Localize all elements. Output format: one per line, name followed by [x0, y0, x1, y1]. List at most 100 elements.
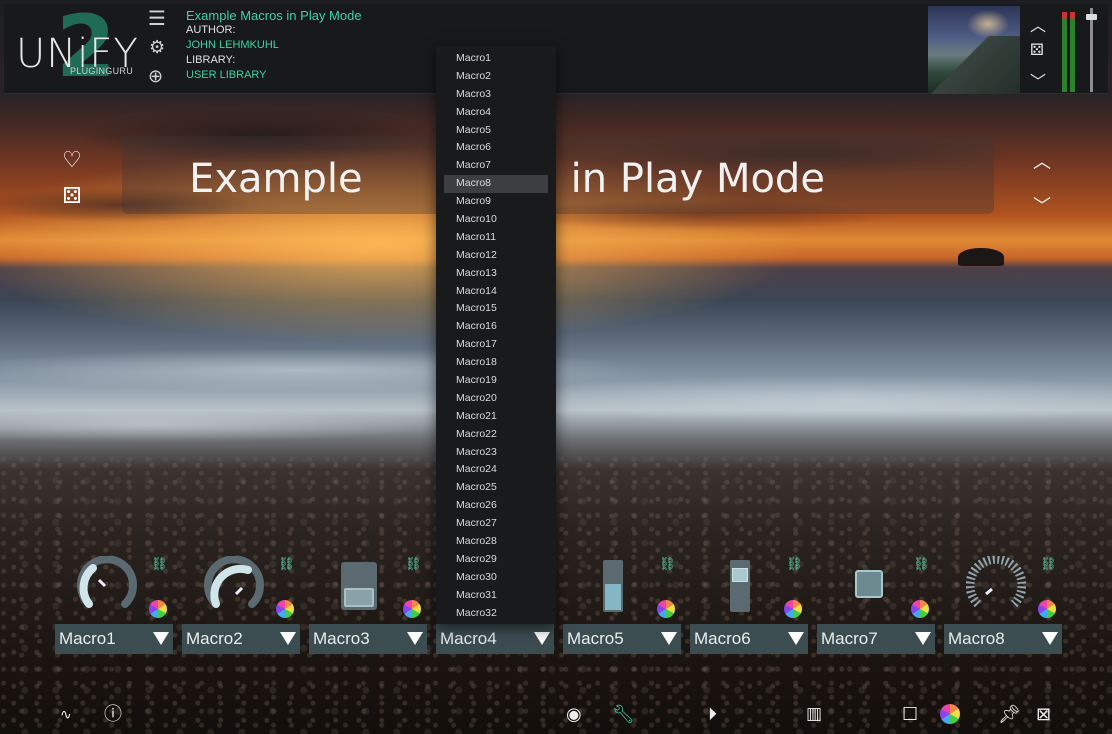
- color-wheel-icon[interactable]: [911, 600, 929, 618]
- dropdown-option[interactable]: Macro9: [436, 193, 556, 211]
- dropdown-option[interactable]: Macro1: [436, 50, 556, 68]
- chevron-up-icon[interactable]: ︿: [1030, 140, 1054, 184]
- color-wheel-icon[interactable]: [657, 600, 675, 618]
- macro-slider[interactable]: [585, 556, 645, 616]
- dropdown-option[interactable]: Macro21: [436, 408, 556, 426]
- macro-select-label: Macro3: [313, 629, 370, 648]
- link-icon[interactable]: ⛓: [278, 556, 295, 572]
- gear-icon[interactable]: ⚙: [149, 38, 165, 56]
- toggle-button-body: [341, 562, 377, 610]
- dropdown-option[interactable]: Macro22: [436, 426, 556, 444]
- dropdown-option[interactable]: Macro29: [436, 551, 556, 569]
- color-wheel-icon[interactable]: [149, 600, 167, 618]
- macro-select[interactable]: Macro8: [944, 624, 1062, 654]
- square-icon[interactable]: ☐: [902, 704, 918, 724]
- dropdown-option[interactable]: Macro4: [436, 104, 556, 122]
- dropdown-option[interactable]: Macro2: [436, 68, 556, 86]
- link-icon[interactable]: ⛓: [913, 556, 930, 572]
- target-icon[interactable]: ◉: [566, 704, 582, 724]
- macro-slot-2: ⛓ Macro2: [182, 555, 306, 656]
- dropdown-option[interactable]: Macro27: [436, 515, 556, 533]
- link-icon[interactable]: ⛓: [786, 556, 803, 572]
- square-button-face: [855, 570, 883, 598]
- macro-slot-5: ⛓ Macro5: [563, 556, 687, 656]
- logo-subtitle: PLUGINGURU: [70, 66, 134, 76]
- macro-slider[interactable]: [712, 556, 772, 616]
- piano-icon[interactable]: ▥: [806, 704, 822, 724]
- dropdown-arrow-icon: [915, 632, 931, 645]
- dropdown-option[interactable]: Macro17: [436, 336, 556, 354]
- chevron-down-icon[interactable]: ﹀: [1030, 68, 1046, 92]
- dropdown-option[interactable]: Macro18: [436, 354, 556, 372]
- info-icon[interactable]: ⓘ: [104, 704, 122, 724]
- dropdown-option[interactable]: Macro23: [436, 444, 556, 462]
- color-wheel-icon[interactable]: [403, 600, 421, 618]
- macro-select[interactable]: Macro7: [817, 624, 935, 654]
- link-icon[interactable]: ⛓: [659, 556, 676, 572]
- macro-select[interactable]: Macro3: [309, 624, 427, 654]
- dropdown-option[interactable]: Macro10: [436, 211, 556, 229]
- dropdown-option[interactable]: Macro13: [436, 265, 556, 283]
- preset-thumbnail[interactable]: [928, 6, 1020, 94]
- dropdown-option[interactable]: Macro32: [436, 605, 556, 623]
- macro-knob[interactable]: [77, 555, 137, 616]
- dropdown-option[interactable]: Macro6: [436, 139, 556, 157]
- macro-select[interactable]: Macro4: [436, 624, 554, 654]
- dropdown-option[interactable]: Macro14: [436, 283, 556, 301]
- color-wheel-icon[interactable]: [276, 600, 294, 618]
- dropdown-option[interactable]: Macro15: [436, 300, 556, 318]
- macro-select-label: Macro4: [440, 629, 497, 648]
- dropdown-option-highlighted[interactable]: Macro8: [444, 175, 548, 194]
- macro-knob[interactable]: [204, 555, 264, 616]
- dropdown-option[interactable]: Macro5: [436, 122, 556, 140]
- add-icon[interactable]: ⊕: [148, 67, 163, 85]
- color-wheel-icon[interactable]: [784, 600, 802, 618]
- macro-select[interactable]: Macro5: [563, 624, 681, 654]
- macro-square-button[interactable]: [839, 556, 899, 616]
- dropdown-option[interactable]: Macro31: [436, 587, 556, 605]
- preset-info-title[interactable]: Example Macros in Play Mode: [186, 8, 362, 23]
- waveform-icon[interactable]: ∿: [60, 704, 72, 724]
- library-value: USER LIBRARY: [186, 69, 267, 81]
- dice-icon[interactable]: ⚄: [60, 178, 84, 214]
- macro-slot-7: ⛓ Macro7: [817, 556, 941, 656]
- macro-select[interactable]: Macro2: [182, 624, 300, 654]
- dropdown-option[interactable]: Macro24: [436, 461, 556, 479]
- macro-select[interactable]: Macro1: [55, 624, 173, 654]
- macro-button[interactable]: [331, 556, 391, 616]
- link-icon[interactable]: ⛓: [1040, 556, 1057, 572]
- dropdown-arrow-icon: [534, 632, 550, 645]
- dropdown-option[interactable]: Macro12: [436, 247, 556, 265]
- macro-dotted-knob[interactable]: [965, 554, 1027, 616]
- preset-name-strip[interactable]: Example os in Play Mode: [122, 136, 994, 214]
- image-icon[interactable]: ⊠: [1036, 704, 1051, 724]
- color-wheel-icon[interactable]: [940, 704, 960, 724]
- dropdown-option[interactable]: Macro28: [436, 533, 556, 551]
- macro-select[interactable]: Macro6: [690, 624, 808, 654]
- dice-icon[interactable]: ⚄: [1030, 40, 1044, 60]
- dropdown-option[interactable]: Macro3: [436, 86, 556, 104]
- wrench-icon[interactable]: 🔧︎: [612, 704, 635, 724]
- dropdown-option[interactable]: Macro16: [436, 318, 556, 336]
- macro-dropdown-list[interactable]: Macro1 Macro2 Macro3 Macro4 Macro5 Macro…: [436, 46, 556, 624]
- dropdown-option[interactable]: Macro19: [436, 372, 556, 390]
- dropdown-option[interactable]: Macro11: [436, 229, 556, 247]
- volume-fader-handle[interactable]: [1086, 14, 1097, 20]
- unify-logo[interactable]: 2 UNiFY PLUGINGURU: [14, 4, 138, 92]
- dropdown-option[interactable]: Macro26: [436, 497, 556, 515]
- link-icon[interactable]: ⛓: [151, 556, 168, 572]
- slider-handle[interactable]: [732, 568, 748, 582]
- dropdown-option[interactable]: Macro25: [436, 479, 556, 497]
- heart-icon[interactable]: ♡: [60, 142, 84, 178]
- menu-icon[interactable]: ☰: [148, 9, 166, 29]
- chevron-down-icon[interactable]: ﹀: [1030, 184, 1054, 228]
- play-icon[interactable]: ⏵: [708, 704, 717, 724]
- level-meter[interactable]: [1060, 8, 1106, 92]
- link-icon[interactable]: ⛓: [405, 556, 422, 572]
- dropdown-option[interactable]: Macro30: [436, 569, 556, 587]
- dropdown-option[interactable]: Macro20: [436, 390, 556, 408]
- color-wheel-icon[interactable]: [1038, 600, 1056, 618]
- dropdown-option[interactable]: Macro7: [436, 157, 556, 175]
- pin-icon[interactable]: 📌︎: [998, 704, 1021, 724]
- chevron-up-icon[interactable]: ︿: [1030, 12, 1046, 36]
